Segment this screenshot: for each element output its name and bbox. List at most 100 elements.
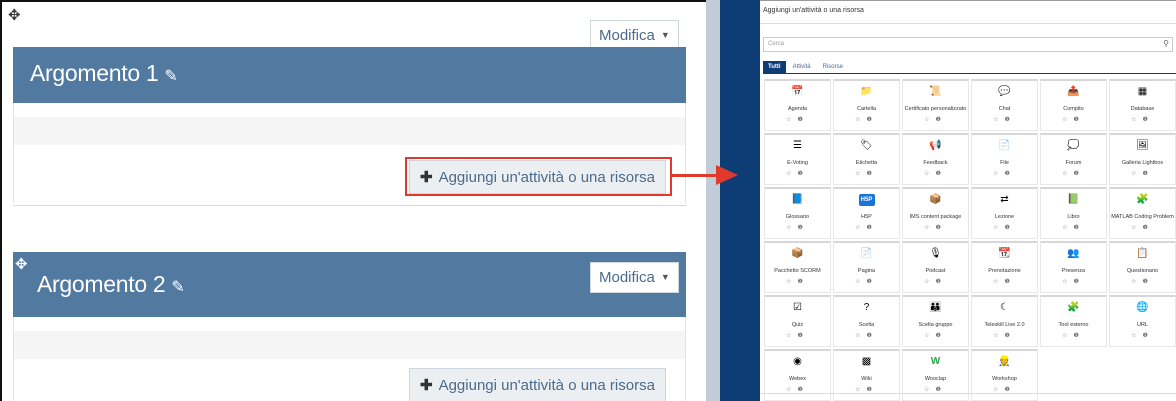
star-icon[interactable]: ☆ — [855, 333, 866, 339]
info-icon[interactable]: ❶ — [936, 117, 947, 123]
info-icon[interactable]: ❶ — [1005, 117, 1016, 123]
info-icon[interactable]: ❶ — [867, 171, 878, 177]
info-icon[interactable]: ❶ — [936, 171, 947, 177]
star-icon[interactable]: ☆ — [993, 279, 1004, 285]
star-icon[interactable]: ☆ — [786, 333, 797, 339]
move-handle-icon[interactable]: ✥ — [8, 8, 21, 23]
info-icon[interactable]: ❶ — [1005, 279, 1016, 285]
activity-tile[interactable]: 📤 Compito ☆❶ — [1040, 79, 1107, 131]
move-handle-icon[interactable]: ✥ — [15, 257, 28, 272]
star-icon[interactable]: ☆ — [786, 117, 797, 123]
star-icon[interactable]: ☆ — [993, 117, 1004, 123]
activity-tile[interactable]: 🎙 Podcast ☆❶ — [902, 241, 969, 293]
info-icon[interactable]: ❶ — [1074, 279, 1085, 285]
activity-tile[interactable]: 📄 File ☆❶ — [971, 133, 1038, 185]
activity-tile[interactable]: 💭 Forum ☆❶ — [1040, 133, 1107, 185]
activity-tile[interactable]: 👪 Scelta gruppo ☆❶ — [902, 295, 969, 347]
info-icon[interactable]: ❶ — [1005, 225, 1016, 231]
activity-tile[interactable]: 📦 IMS content package ☆❶ — [902, 187, 969, 239]
info-icon[interactable]: ❶ — [1005, 333, 1016, 339]
activity-tile[interactable]: 📘 Glossario ☆❶ — [764, 187, 831, 239]
activity-tile[interactable]: 🧩 MATLAB Coding Problem ☆❶ — [1109, 187, 1176, 239]
star-icon[interactable]: ☆ — [786, 225, 797, 231]
info-icon[interactable]: ❶ — [798, 117, 809, 123]
info-icon[interactable]: ❶ — [1143, 279, 1154, 285]
star-icon[interactable]: ☆ — [786, 171, 797, 177]
star-icon[interactable]: ☆ — [855, 117, 866, 123]
star-icon[interactable]: ☆ — [1131, 225, 1142, 231]
info-icon[interactable]: ❶ — [1143, 333, 1154, 339]
activity-tile[interactable]: ⇄ Lezione ☆❶ — [971, 187, 1038, 239]
star-icon[interactable]: ☆ — [855, 171, 866, 177]
info-icon[interactable]: ❶ — [1074, 171, 1085, 177]
star-icon[interactable]: ☆ — [1131, 333, 1142, 339]
add-activity-button-2[interactable]: ✚ Aggiungi un'attività o una risorsa — [409, 368, 666, 401]
star-icon[interactable]: ☆ — [1062, 117, 1073, 123]
star-icon[interactable]: ☆ — [786, 279, 797, 285]
add-activity-button-1[interactable]: ✚ Aggiungi un'attività o una risorsa — [409, 160, 666, 194]
info-icon[interactable]: ❶ — [1143, 117, 1154, 123]
pencil-icon[interactable]: ✎ — [164, 68, 177, 85]
activity-tile[interactable]: 📋 Questionario ☆❶ — [1109, 241, 1176, 293]
star-icon[interactable]: ☆ — [1062, 279, 1073, 285]
star-icon[interactable]: ☆ — [855, 225, 866, 231]
info-icon[interactable]: ❶ — [867, 225, 878, 231]
activity-tile[interactable]: ☰ E-Voting ☆❶ — [764, 133, 831, 185]
info-icon[interactable]: ❶ — [1143, 171, 1154, 177]
activity-tile[interactable]: ▦ Database ☆❶ — [1109, 79, 1176, 131]
star-icon[interactable]: ☆ — [1062, 333, 1073, 339]
info-icon[interactable]: ❶ — [798, 171, 809, 177]
activity-tile[interactable]: 👥 Presenza ☆❶ — [1040, 241, 1107, 293]
tab-tutti[interactable]: Tutti — [763, 61, 786, 73]
activity-tile[interactable]: 📢 Feedback ☆❶ — [902, 133, 969, 185]
star-icon[interactable]: ☆ — [924, 225, 935, 231]
search-input[interactable]: Cerca ⚲ — [763, 37, 1173, 52]
info-icon[interactable]: ❶ — [867, 117, 878, 123]
star-icon[interactable]: ☆ — [924, 279, 935, 285]
star-icon[interactable]: ☆ — [1062, 225, 1073, 231]
activity-tile[interactable]: 🖼 Galleria Lightbox ☆❶ — [1109, 133, 1176, 185]
star-icon[interactable]: ☆ — [924, 171, 935, 177]
info-icon[interactable]: ❶ — [936, 333, 947, 339]
edit-menu-section2[interactable]: Modifica ▼ — [590, 262, 679, 293]
activity-tile[interactable]: 🌐 URL ☆❶ — [1109, 295, 1176, 347]
star-icon[interactable]: ☆ — [924, 333, 935, 339]
star-icon[interactable]: ☆ — [855, 279, 866, 285]
info-icon[interactable]: ❶ — [936, 225, 947, 231]
activity-tile[interactable]: 📆 Prenotazione ☆❶ — [971, 241, 1038, 293]
star-icon[interactable]: ☆ — [993, 225, 1004, 231]
star-icon[interactable]: ☆ — [1062, 171, 1073, 177]
activity-tile[interactable]: 📜 Certificato personalizzato ☆❶ — [902, 79, 969, 131]
activity-tile[interactable]: 📅 Agenda ☆❶ — [764, 79, 831, 131]
info-icon[interactable]: ❶ — [1005, 171, 1016, 177]
activity-tile[interactable]: 📦 Pacchetto SCORM ☆❶ — [764, 241, 831, 293]
tab-attivita[interactable]: Attività — [788, 61, 816, 73]
activity-tile[interactable]: ☑ Quiz ☆❶ — [764, 295, 831, 347]
pencil-icon[interactable]: ✎ — [171, 279, 184, 296]
star-icon[interactable]: ☆ — [924, 117, 935, 123]
info-icon[interactable]: ❶ — [867, 279, 878, 285]
info-icon[interactable]: ❶ — [1143, 225, 1154, 231]
activity-tile[interactable]: 📁 Cartella ☆❶ — [833, 79, 900, 131]
info-icon[interactable]: ❶ — [1074, 333, 1085, 339]
info-icon[interactable]: ❶ — [1074, 117, 1085, 123]
activity-tile[interactable]: ☾ Teleskill Live 2.0 ☆❶ — [971, 295, 1038, 347]
activity-tile[interactable]: 📗 Libro ☆❶ — [1040, 187, 1107, 239]
info-icon[interactable]: ❶ — [867, 333, 878, 339]
tab-risorse[interactable]: Risorse — [818, 61, 848, 73]
activity-tile[interactable]: 📄 Pagina ☆❶ — [833, 241, 900, 293]
info-icon[interactable]: ❶ — [798, 225, 809, 231]
activity-tile[interactable]: 🏷 Etichetta ☆❶ — [833, 133, 900, 185]
star-icon[interactable]: ☆ — [993, 171, 1004, 177]
activity-tile[interactable]: 🧩 Tool esterno ☆❶ — [1040, 295, 1107, 347]
search-icon[interactable]: ⚲ — [1163, 39, 1169, 48]
info-icon[interactable]: ❶ — [1074, 225, 1085, 231]
star-icon[interactable]: ☆ — [1131, 171, 1142, 177]
star-icon[interactable]: ☆ — [1131, 279, 1142, 285]
info-icon[interactable]: ❶ — [798, 279, 809, 285]
star-icon[interactable]: ☆ — [993, 333, 1004, 339]
star-icon[interactable]: ☆ — [1131, 117, 1142, 123]
activity-tile[interactable]: H5P H5P ☆❶ — [833, 187, 900, 239]
info-icon[interactable]: ❶ — [798, 333, 809, 339]
activity-tile[interactable]: ? Scelta ☆❶ — [833, 295, 900, 347]
